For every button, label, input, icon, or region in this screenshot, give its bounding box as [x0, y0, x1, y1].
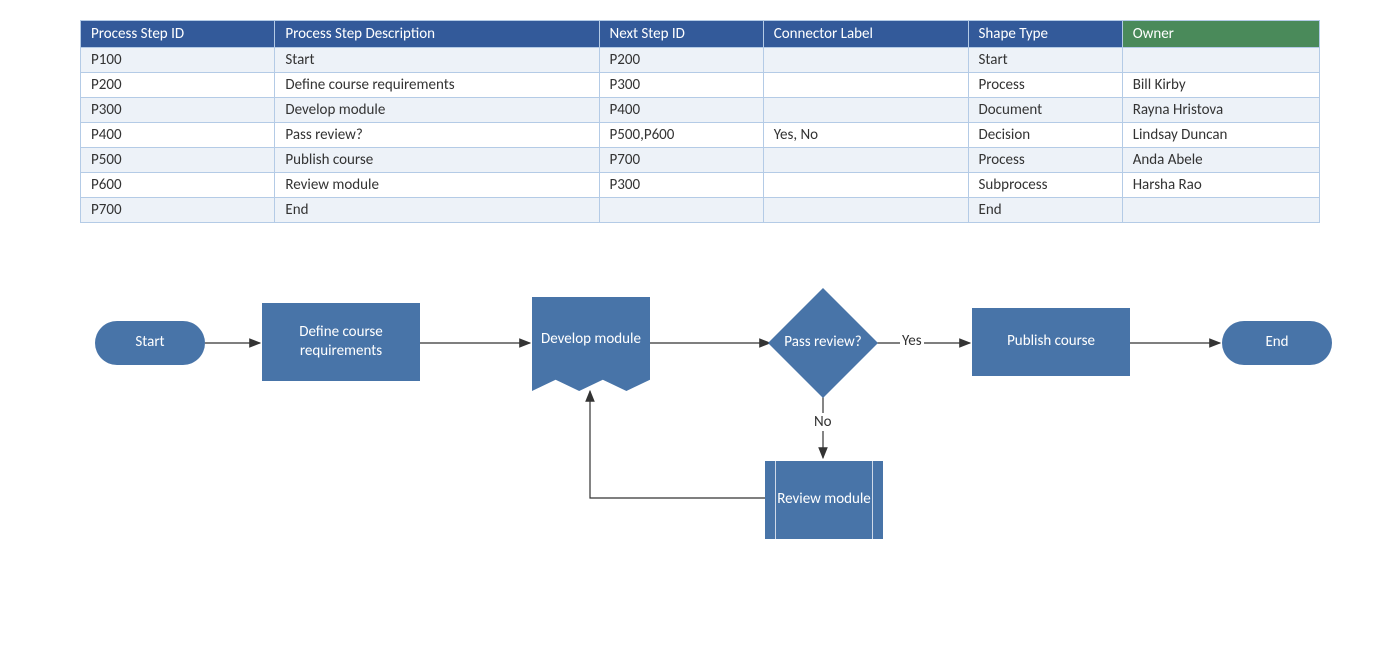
table-row: P700 End End: [81, 198, 1320, 223]
table-row: P200 Define course requirements P300 Pro…: [81, 73, 1320, 98]
col-shape-type: Shape Type: [968, 21, 1122, 48]
col-process-step-id: Process Step ID: [81, 21, 275, 48]
col-process-step-desc: Process Step Description: [275, 21, 599, 48]
col-owner: Owner: [1122, 21, 1319, 48]
process-table: Process Step ID Process Step Description…: [80, 20, 1320, 223]
col-connector-label: Connector Label: [763, 21, 968, 48]
table-row: P600 Review module P300 Subprocess Harsh…: [81, 173, 1320, 198]
shape-start: Start: [95, 321, 205, 365]
col-next-step-id: Next Step ID: [599, 21, 763, 48]
shape-publish-course: Publish course: [972, 308, 1130, 376]
table-row: P400 Pass review? P500,P600 Yes, No Deci…: [81, 123, 1320, 148]
shape-end: End: [1222, 321, 1332, 365]
shape-review-module: Review module: [765, 461, 883, 539]
table-row: P100 Start P200 Start: [81, 48, 1320, 73]
flowchart-arrows: [0, 283, 1400, 573]
table-row: P500 Publish course P700 Process Anda Ab…: [81, 148, 1320, 173]
connector-label-no: No: [812, 413, 834, 431]
table-row: P300 Develop module P400 Document Rayna …: [81, 98, 1320, 123]
shape-pass-review: Pass review?: [769, 289, 877, 397]
shape-define-course: Define course requirements: [262, 303, 420, 381]
shape-develop-module: Develop module: [532, 297, 650, 391]
connector-label-yes: Yes: [900, 332, 924, 350]
flowchart: Start Define course requirements Develop…: [0, 283, 1400, 573]
